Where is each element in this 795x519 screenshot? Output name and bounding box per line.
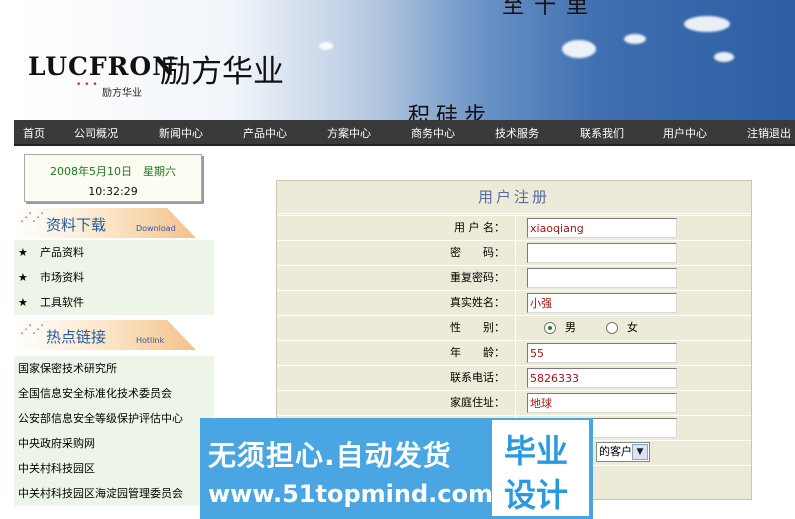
list-item[interactable]: 国家保密技术研究所: [14, 356, 214, 381]
gender-male-label: 男: [565, 321, 576, 334]
downloads-title: 资料下载: [46, 216, 107, 234]
cloud-decoration: [562, 40, 596, 58]
form-row-username: 用 户 名：: [277, 215, 751, 240]
age-input[interactable]: [527, 343, 677, 363]
cloud-decoration: [319, 42, 333, 50]
list-item[interactable]: 中关村科技园区: [14, 456, 214, 481]
divider: [515, 366, 516, 390]
gender-label: 性 别：: [450, 321, 505, 334]
logo-text-en: LUCFRON: [28, 52, 177, 81]
main-nav: 首页 公司概况 新闻中心 产品中心 方案中心 商务中心 技术服务 联系我们 用户…: [14, 120, 795, 146]
nav-products[interactable]: 产品中心: [243, 125, 287, 141]
watermark-box-text1: 毕业: [504, 432, 569, 470]
form-row-phone: 联系电话：: [277, 365, 751, 390]
nav-contact[interactable]: 联系我们: [580, 125, 624, 141]
phone-label: 联系电话：: [450, 371, 505, 384]
realname-input[interactable]: [527, 293, 677, 313]
sparkle-icon: ⋰⋰: [20, 210, 44, 224]
current-time: 10:32:29: [88, 185, 138, 198]
list-item[interactable]: 公安部信息安全等级保护评估中心: [14, 406, 214, 431]
sparkle-icon: ⋰⋰: [20, 322, 44, 336]
current-date: 2008年5月10日 星期六: [50, 165, 176, 178]
list-item[interactable]: ★ 产品资料: [14, 240, 214, 265]
repassword-input[interactable]: [527, 268, 677, 288]
date-time-box: 2008年5月10日 星期六 10:32:29: [24, 154, 202, 202]
form-row-address: 家庭住址：: [277, 390, 751, 415]
address-label: 家庭住址：: [450, 396, 505, 409]
cloud-decoration: [684, 16, 730, 32]
divider: [515, 316, 516, 340]
logo-text-cn: 励方华业: [160, 54, 284, 90]
address-input[interactable]: [527, 393, 677, 413]
nav-tech-service[interactable]: 技术服务: [495, 125, 539, 141]
form-row-password: 密 码：: [277, 240, 751, 265]
slogan-bottom: 积硅步: [408, 104, 493, 120]
form-row-realname: 真实姓名：: [277, 290, 751, 315]
gender-male-radio[interactable]: [544, 322, 556, 334]
repassword-label: 重复密码：: [450, 271, 505, 284]
hotlinks-list: 国家保密技术研究所 全国信息安全标准化技术委员会 公安部信息安全等级保护评估中心…: [14, 356, 214, 506]
phone-input[interactable]: [527, 368, 677, 388]
list-item[interactable]: ★ 市场资料: [14, 265, 214, 290]
divider: [515, 241, 516, 265]
watermark-box-text2: 设计: [504, 476, 569, 514]
gender-female-label: 女: [627, 321, 638, 334]
header-banner: 至十里 LUCFRON 励方华业 • • • 励方华业 积硅步: [14, 0, 795, 120]
downloads-header: ⋰⋰ 资料下载 Download: [16, 208, 196, 238]
form-title: 用户注册: [277, 181, 751, 214]
form-row-age: 年 龄：: [277, 340, 751, 365]
nav-news[interactable]: 新闻中心: [159, 125, 203, 141]
page: 至十里 LUCFRON 励方华业 • • • 励方华业 积硅步 首页 公司概况 …: [0, 0, 795, 519]
list-item[interactable]: 全国信息安全标准化技术委员会: [14, 381, 214, 406]
divider: [515, 216, 516, 240]
nav-logout[interactable]: 注销退出: [747, 125, 791, 141]
gender-female-radio[interactable]: [606, 322, 618, 334]
chevron-down-icon: ▼: [632, 444, 648, 460]
downloads-list: ★ 产品资料 ★ 市场资料 ★ 工具软件: [14, 240, 214, 315]
watermark-banner: 无须担心.自动发货 www.51topmind.com 毕业 设计: [200, 418, 593, 519]
cloud-decoration: [624, 34, 646, 44]
nav-company[interactable]: 公司概况: [74, 125, 118, 141]
divider: [515, 266, 516, 290]
nav-user-center[interactable]: 用户中心: [663, 125, 707, 141]
hotlinks-header: ⋰⋰ 热点链接 Hotlink: [16, 320, 196, 350]
customer-type-select[interactable]: 的客户 ▼: [596, 442, 650, 462]
star-icon: ★: [18, 271, 28, 284]
divider: [515, 391, 516, 415]
watermark-logo-box: 毕业 设计: [492, 420, 589, 516]
star-icon: ★: [18, 296, 28, 309]
form-row-repassword: 重复密码：: [277, 265, 751, 290]
password-label: 密 码：: [450, 246, 505, 259]
password-input[interactable]: [527, 243, 677, 263]
cloud-decoration: [714, 52, 734, 62]
list-item[interactable]: 中央政府采购网: [14, 431, 214, 456]
logo-subtext: 励方华业: [102, 88, 142, 99]
watermark-url: www.51topmind.com: [208, 480, 493, 508]
nav-business[interactable]: 商务中心: [411, 125, 455, 141]
form-row-gender: 性 别： 男 女: [277, 315, 751, 340]
divider: [515, 291, 516, 315]
star-icon: ★: [18, 246, 28, 259]
list-item[interactable]: ★ 工具软件: [14, 290, 214, 315]
hotlinks-title-en: Hotlink: [136, 336, 165, 345]
hotlinks-title: 热点链接: [46, 328, 107, 346]
realname-label: 真实姓名：: [450, 296, 505, 309]
divider: [515, 341, 516, 365]
age-label: 年 龄：: [450, 346, 505, 359]
nav-solutions[interactable]: 方案中心: [327, 125, 371, 141]
downloads-title-en: Download: [136, 224, 176, 233]
username-label: 用 户 名：: [454, 221, 505, 234]
username-input[interactable]: [527, 218, 677, 238]
nav-home[interactable]: 首页: [23, 125, 45, 141]
watermark-line1: 无须担心.自动发货: [208, 439, 452, 472]
slogan-top: 至十里: [502, 0, 599, 19]
logo-dots-icon: • • •: [76, 80, 98, 90]
list-item[interactable]: 中关村科技园区海淀园管理委员会: [14, 481, 214, 506]
